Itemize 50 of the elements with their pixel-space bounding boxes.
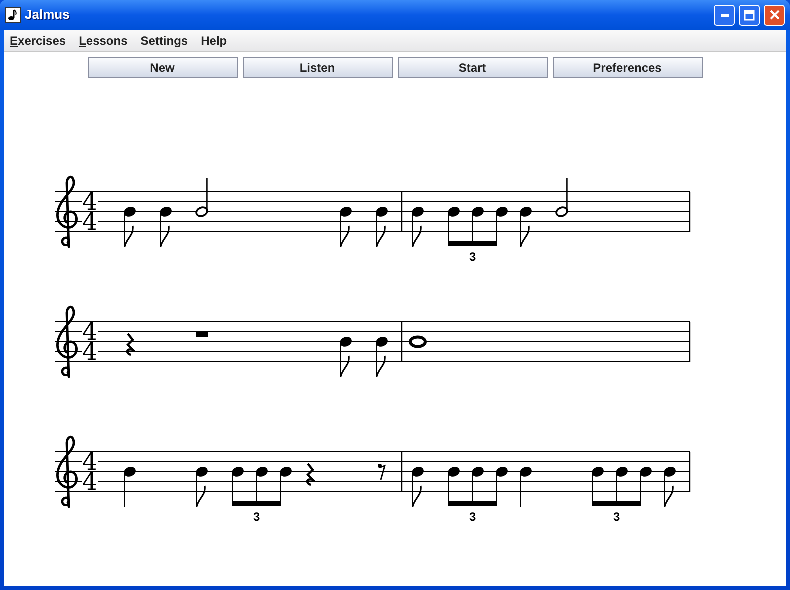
bar-line bbox=[689, 322, 691, 362]
minimize-icon bbox=[720, 14, 728, 16]
eighth-note bbox=[124, 207, 136, 248]
quarter-note bbox=[124, 467, 136, 507]
beam bbox=[232, 501, 282, 506]
eighth-note bbox=[412, 467, 424, 508]
bar-line bbox=[401, 322, 403, 362]
triplet-number: 3 bbox=[613, 510, 620, 524]
eighth-note bbox=[664, 467, 676, 508]
window-title: Jalmus bbox=[25, 6, 70, 24]
eighth-note bbox=[340, 207, 352, 248]
maximize-button[interactable] bbox=[739, 4, 760, 26]
bar-line bbox=[689, 452, 691, 492]
half-note bbox=[196, 178, 208, 218]
bar-line bbox=[401, 452, 403, 492]
minimize-button[interactable] bbox=[714, 4, 735, 26]
half-note bbox=[556, 178, 568, 218]
menu-item[interactable]: Help bbox=[201, 32, 228, 50]
toolbar-button[interactable]: New bbox=[88, 57, 238, 78]
eighth-note bbox=[196, 467, 208, 508]
bar-line bbox=[401, 192, 403, 232]
triplet-number: 3 bbox=[469, 510, 476, 524]
menu-item[interactable]: Settings bbox=[140, 32, 188, 50]
whole-note bbox=[409, 336, 427, 348]
eighth-note bbox=[520, 207, 532, 248]
beam bbox=[448, 241, 498, 246]
eighth-note bbox=[340, 337, 352, 378]
app-icon bbox=[5, 7, 21, 23]
triplet-number: 3 bbox=[253, 510, 260, 524]
close-button[interactable] bbox=[764, 4, 785, 26]
toolbar-button[interactable]: Preferences bbox=[552, 57, 702, 78]
toolbar-button[interactable]: Start bbox=[398, 57, 548, 78]
eighth-note bbox=[160, 207, 172, 248]
triplet-number: 3 bbox=[469, 250, 476, 264]
menu-item[interactable]: Exercises bbox=[10, 32, 66, 50]
beam bbox=[448, 501, 498, 506]
close-icon bbox=[770, 10, 780, 20]
eighth-note bbox=[376, 337, 388, 378]
bar-line bbox=[689, 192, 691, 232]
menu-item[interactable]: Lessons bbox=[79, 32, 128, 50]
beam bbox=[592, 501, 642, 506]
toolbar-button[interactable]: Listen bbox=[242, 57, 392, 78]
quarter-rest bbox=[126, 333, 134, 356]
eighth-note bbox=[412, 207, 424, 248]
eighth-note bbox=[376, 207, 388, 248]
maximize-icon bbox=[744, 10, 755, 20]
quarter-rest bbox=[306, 463, 314, 486]
eighth-rest bbox=[378, 464, 386, 480]
quarter-note bbox=[520, 467, 532, 507]
half-rest bbox=[196, 332, 208, 337]
